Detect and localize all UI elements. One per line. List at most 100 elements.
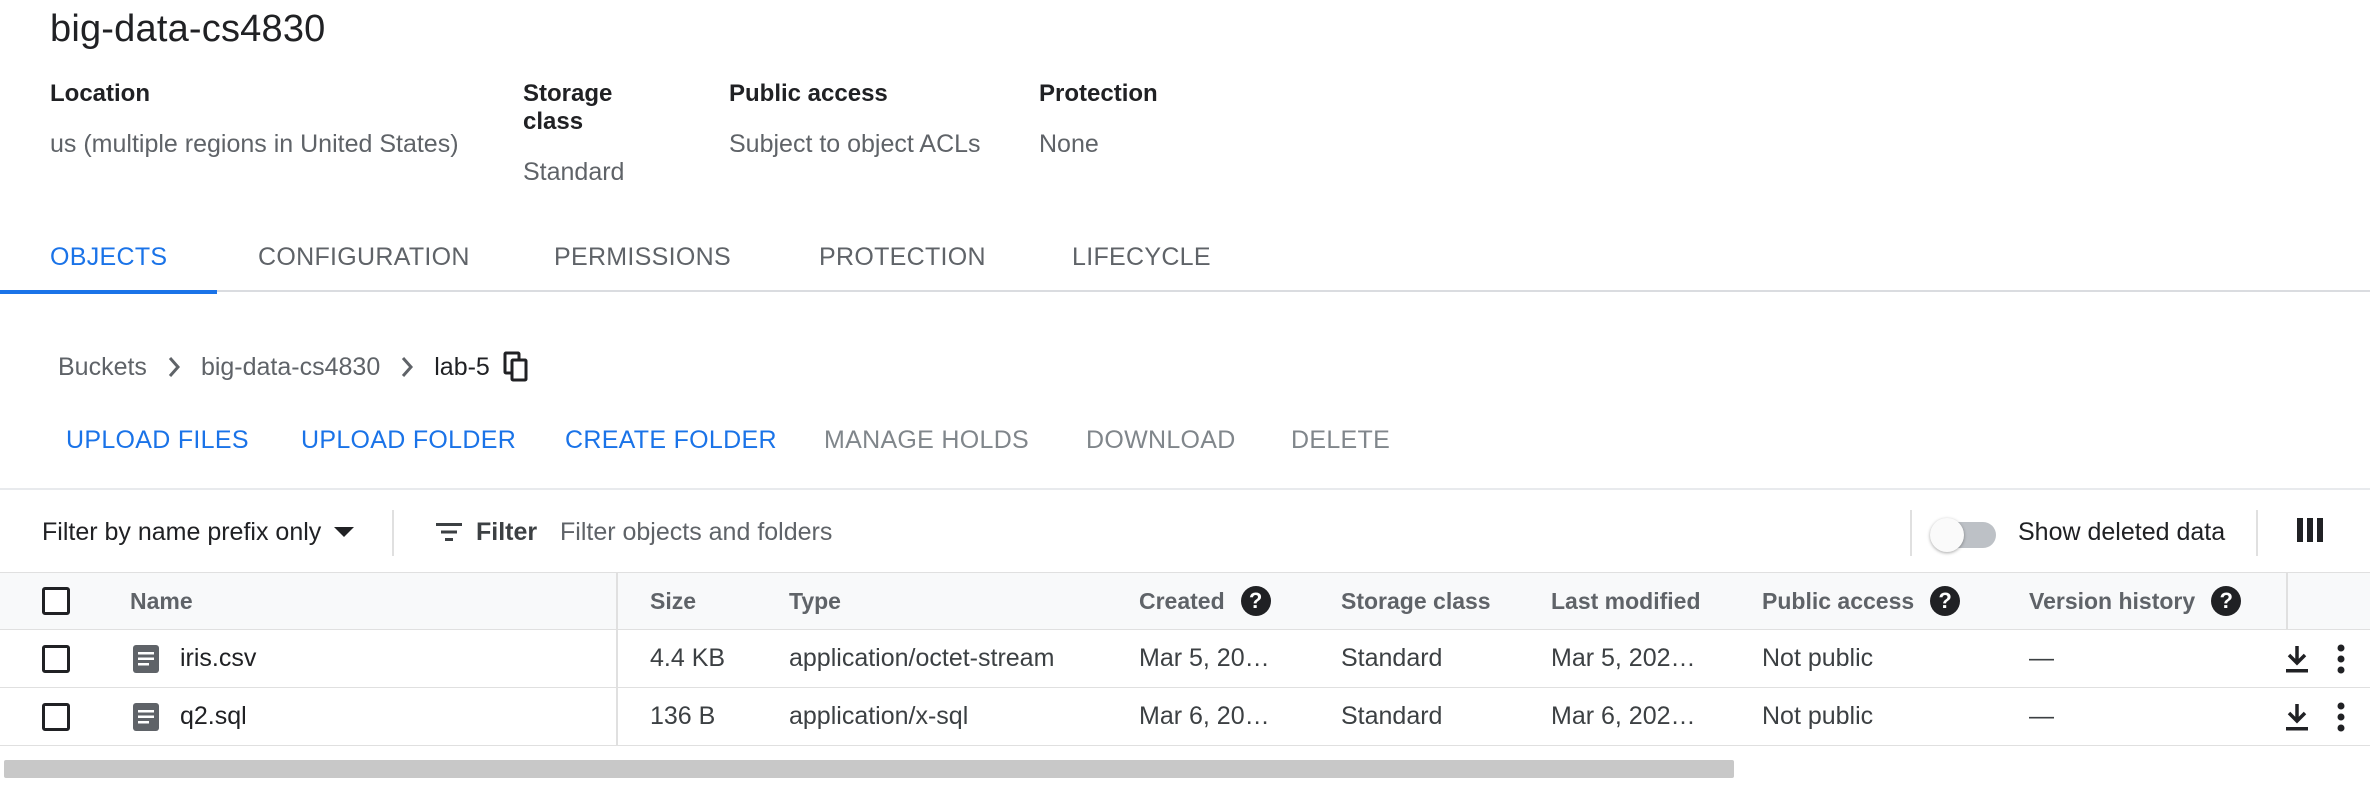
bucket-details-page: big-data-cs4830 Location us (multiple re… — [0, 0, 2370, 796]
divider — [1910, 510, 1912, 556]
filter-list-icon — [434, 521, 464, 543]
summary-value: Subject to object ACLs — [729, 130, 981, 158]
object-actions-toolbar: UPLOAD FILES UPLOAD FOLDER CREATE FOLDER… — [0, 412, 2370, 468]
breadcrumb-buckets[interactable]: Buckets — [58, 353, 147, 382]
header-size[interactable]: Size — [650, 573, 696, 629]
filter-label: Filter — [476, 517, 538, 546]
tab-configuration[interactable]: CONFIGURATION — [208, 222, 520, 292]
help-icon[interactable]: ? — [1930, 586, 1961, 616]
summary-label: Public access — [729, 80, 888, 107]
created-cell: Mar 6, 20… — [1139, 702, 1270, 730]
tab-bar: OBJECTS CONFIGURATION PERMISSIONS PROTEC… — [0, 222, 2370, 294]
summary-location: Location us (multiple regions in United … — [50, 80, 459, 159]
filter-button[interactable]: Filter — [434, 490, 537, 574]
header-public-access-label: Public access — [1762, 587, 1915, 614]
breadcrumb-current-folder: lab-5 — [434, 352, 490, 381]
summary-storage-class: Storage class Standard — [523, 80, 624, 187]
row-checkbox[interactable] — [42, 702, 70, 731]
column-divider — [616, 688, 618, 745]
more-vert-icon[interactable] — [2336, 644, 2346, 674]
upload-folder-button[interactable]: UPLOAD FOLDER — [301, 412, 516, 468]
breadcrumb-bucket[interactable]: big-data-cs4830 — [201, 353, 380, 382]
last-modified-cell: Mar 6, 202… — [1551, 702, 1696, 730]
row-checkbox-cell — [42, 688, 70, 745]
header-created-label: Created — [1139, 587, 1225, 614]
object-name-link[interactable]: iris.csv — [180, 644, 256, 673]
row-checkbox-cell — [42, 630, 70, 687]
type-cell: application/octet-stream — [789, 644, 1055, 672]
divider — [392, 510, 394, 556]
table-row[interactable]: q2.sql 136 B application/x-sql Mar 6, 20… — [0, 688, 2370, 746]
scrollbar-thumb[interactable] — [4, 760, 1734, 778]
page-title: big-data-cs4830 — [50, 8, 326, 50]
summary-value: us (multiple regions in United States) — [50, 130, 459, 158]
header-version-history[interactable]: Version history ? — [2029, 573, 2242, 629]
select-all-checkbox-cell — [42, 573, 70, 629]
dropdown-arrow-icon — [333, 526, 355, 538]
filter-prefix-label: Filter by name prefix only — [42, 517, 322, 546]
header-name[interactable]: Name — [130, 573, 193, 629]
row-actions — [2284, 630, 2346, 687]
header-created[interactable]: Created ? — [1139, 573, 1271, 629]
tab-lifecycle[interactable]: LIFECYCLE — [1022, 222, 1261, 292]
copy-icon[interactable] — [502, 351, 530, 383]
header-storage-class[interactable]: Storage class — [1341, 573, 1491, 629]
divider — [2256, 510, 2258, 556]
object-name-link[interactable]: q2.sql — [180, 702, 247, 731]
column-divider — [616, 573, 618, 629]
filter-objects-input[interactable] — [560, 510, 1860, 554]
toggle-thumb — [1930, 518, 1964, 552]
table-header: Name Size Type Created ? Storage class L… — [0, 572, 2370, 630]
type-cell: application/x-sql — [789, 702, 969, 730]
filter-prefix-dropdown[interactable]: Filter by name prefix only — [42, 490, 355, 574]
chevron-right-icon — [400, 356, 414, 378]
row-checkbox[interactable] — [42, 644, 70, 673]
summary-label: Storage class — [523, 80, 613, 135]
more-vert-icon[interactable] — [2336, 702, 2346, 732]
public-access-cell: Not public — [1762, 702, 1874, 730]
row-actions — [2284, 688, 2346, 745]
file-icon — [132, 702, 160, 732]
header-version-history-label: Version history — [2029, 587, 2196, 614]
version-history-cell: — — [2029, 644, 2054, 672]
help-icon[interactable]: ? — [1240, 586, 1271, 616]
size-cell: 136 B — [650, 702, 716, 730]
table-row[interactable]: iris.csv 4.4 KB application/octet-stream… — [0, 630, 2370, 688]
size-cell: 4.4 KB — [650, 644, 726, 672]
public-access-cell: Not public — [1762, 644, 1874, 672]
summary-public-access: Public access Subject to object ACLs — [729, 80, 981, 159]
breadcrumb: Buckets big-data-cs4830 lab-5 — [58, 347, 530, 387]
horizontal-scrollbar[interactable] — [0, 756, 2370, 780]
show-deleted-toggle[interactable] — [1930, 518, 2000, 552]
summary-value: Standard — [523, 158, 625, 186]
chevron-right-icon — [167, 356, 181, 378]
header-public-access[interactable]: Public access ? — [1762, 573, 1961, 629]
name-cell: q2.sql — [132, 688, 247, 745]
header-type[interactable]: Type — [789, 573, 841, 629]
create-folder-button[interactable]: CREATE FOLDER — [565, 412, 777, 468]
download-button[interactable]: DOWNLOAD — [1086, 412, 1236, 468]
created-cell: Mar 5, 20… — [1139, 644, 1270, 672]
download-icon[interactable] — [2284, 702, 2310, 732]
summary-label: Protection — [1039, 80, 1158, 107]
name-cell: iris.csv — [132, 630, 256, 687]
delete-button[interactable]: DELETE — [1291, 412, 1390, 468]
upload-files-button[interactable]: UPLOAD FILES — [66, 412, 249, 468]
column-divider — [616, 630, 618, 687]
version-history-cell: — — [2029, 702, 2054, 730]
filter-bar: Filter by name prefix only Filter Show d… — [0, 488, 2370, 572]
download-icon[interactable] — [2284, 644, 2310, 674]
column-display-options-icon[interactable] — [2296, 516, 2324, 549]
header-last-modified[interactable]: Last modified — [1551, 573, 1701, 629]
summary-value: None — [1039, 130, 1099, 158]
help-icon[interactable]: ? — [2211, 586, 2242, 616]
select-all-checkbox[interactable] — [42, 587, 70, 615]
tab-permissions[interactable]: PERMISSIONS — [504, 222, 781, 292]
manage-holds-button[interactable]: MANAGE HOLDS — [824, 412, 1029, 468]
storage-class-cell: Standard — [1341, 702, 1443, 730]
last-modified-cell: Mar 5, 202… — [1551, 644, 1696, 672]
tab-protection[interactable]: PROTECTION — [769, 222, 1036, 292]
tab-objects[interactable]: OBJECTS — [0, 222, 218, 294]
summary-label: Location — [50, 80, 150, 107]
objects-table: Name Size Type Created ? Storage class L… — [0, 572, 2370, 746]
